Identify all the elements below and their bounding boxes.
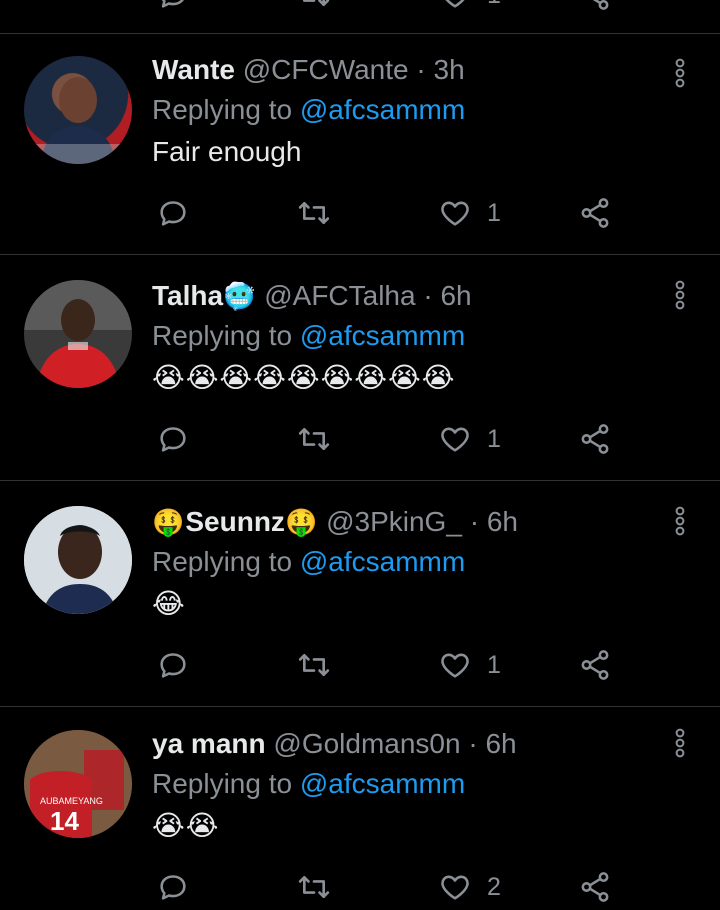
timestamp[interactable]: 6h (485, 728, 516, 759)
svg-text:14: 14 (50, 806, 79, 836)
replying-to-label: Replying to (152, 768, 293, 799)
share-icon[interactable] (578, 196, 612, 230)
separator: · (468, 728, 478, 759)
like-icon[interactable] (438, 422, 472, 456)
tweet-header: 🤑Seunnz🤑 @3PkinG_ · 6h (152, 502, 518, 542)
name-emoji: 🤑 (284, 507, 319, 537)
replying-to-label: Replying to (152, 320, 293, 351)
separator: · (469, 506, 480, 537)
tweet-actions: 1 (0, 422, 720, 462)
display-name[interactable]: Talha (152, 280, 223, 311)
more-icon[interactable] (668, 56, 692, 96)
replying-to-user-link[interactable]: @afcsammm (300, 768, 465, 799)
share-icon[interactable] (578, 648, 612, 682)
replying-to-user-link[interactable]: @afcsammm (300, 94, 465, 125)
replying-to-user-link[interactable]: @afcsammm (300, 320, 465, 351)
user-handle[interactable]: @3PkinG_ (326, 506, 462, 537)
tweet[interactable]: Wante @CFCWante · 3h Replying to @afcsam… (0, 50, 720, 250)
display-name[interactable]: Wante (152, 54, 235, 85)
timestamp[interactable]: 6h (440, 280, 471, 311)
tweet-actions-partial: 1 (0, 0, 720, 18)
timestamp[interactable]: 3h (434, 54, 465, 85)
tweet-header: Talha🥶 @AFCTalha · 6h (152, 276, 472, 316)
like-count: 1 (487, 0, 501, 10)
retweet-icon[interactable] (296, 422, 332, 456)
divider (0, 706, 720, 707)
share-icon[interactable] (578, 422, 612, 456)
more-icon[interactable] (668, 726, 692, 766)
like-icon[interactable] (438, 0, 472, 12)
tweet-actions: 2 (0, 870, 720, 910)
tweet[interactable]: Talha🥶 @AFCTalha · 6h Replying to @afcsa… (0, 276, 720, 476)
reply-icon[interactable] (156, 196, 190, 230)
more-icon[interactable] (668, 278, 692, 318)
timestamp[interactable]: 6h (487, 506, 518, 537)
tweet-actions: 1 (0, 648, 720, 688)
tweet-text: 😂 (152, 588, 186, 619)
replying-to: Replying to @afcsammm (152, 90, 465, 130)
divider (0, 480, 720, 481)
reply-icon[interactable] (156, 648, 190, 682)
tweet-header: ya mann @Goldmans0n · 6h (152, 724, 517, 764)
user-handle[interactable]: @AFCTalha (264, 280, 415, 311)
replying-to: Replying to @afcsammm (152, 316, 465, 356)
svg-text:AUBAMEYANG: AUBAMEYANG (40, 796, 103, 806)
separator: · (416, 54, 426, 85)
share-icon[interactable] (578, 870, 612, 904)
reply-icon[interactable] (156, 422, 190, 456)
replying-to: Replying to @afcsammm (152, 764, 465, 804)
name-emoji: 🤑 (152, 507, 186, 537)
tweet-actions: 1 (0, 196, 720, 236)
like-count: 1 (487, 199, 501, 227)
retweet-icon[interactable] (296, 870, 332, 904)
tweet-text: 😭😭😭😭😭😭😭😭😭 (152, 362, 456, 393)
replying-to: Replying to @afcsammm (152, 542, 465, 582)
name-emoji: 🥶 (223, 281, 257, 311)
tweet-text: 😭😭 (152, 810, 220, 841)
like-count: 1 (487, 425, 501, 453)
tweet[interactable]: 🤑Seunnz🤑 @3PkinG_ · 6h Replying to @afcs… (0, 502, 720, 702)
divider (0, 254, 720, 255)
retweet-icon[interactable] (296, 196, 332, 230)
like-icon[interactable] (438, 870, 472, 904)
display-name[interactable]: ya mann (152, 728, 266, 759)
tweet-header: Wante @CFCWante · 3h (152, 50, 465, 90)
avatar[interactable] (24, 56, 132, 164)
replying-to-label: Replying to (152, 94, 293, 125)
user-handle[interactable]: @Goldmans0n (273, 728, 460, 759)
reply-icon[interactable] (156, 870, 190, 904)
tweet[interactable]: AUBAMEYANG 14 ya mann @Goldmans0n · 6h R… (0, 724, 720, 904)
like-icon[interactable] (438, 648, 472, 682)
user-handle[interactable]: @CFCWante (243, 54, 409, 85)
like-icon[interactable] (438, 196, 472, 230)
separator: · (423, 280, 433, 311)
replying-to-label: Replying to (152, 546, 293, 577)
like-count: 1 (487, 651, 501, 679)
retweet-icon[interactable] (296, 648, 332, 682)
more-icon[interactable] (668, 504, 692, 544)
display-name[interactable]: Seunnz (185, 506, 285, 537)
replying-to-user-link[interactable]: @afcsammm (300, 546, 465, 577)
tweet-text: Fair enough (152, 136, 302, 167)
reply-feed: 1 Wante @CFCWante · 3h Replying to @afcs… (0, 0, 720, 904)
avatar[interactable] (24, 506, 132, 614)
retweet-icon[interactable] (296, 0, 332, 12)
share-icon[interactable] (578, 0, 612, 12)
avatar[interactable]: AUBAMEYANG 14 (24, 730, 132, 838)
reply-icon[interactable] (156, 0, 190, 12)
divider (0, 33, 720, 34)
avatar[interactable] (24, 280, 132, 388)
like-count: 2 (487, 873, 501, 901)
